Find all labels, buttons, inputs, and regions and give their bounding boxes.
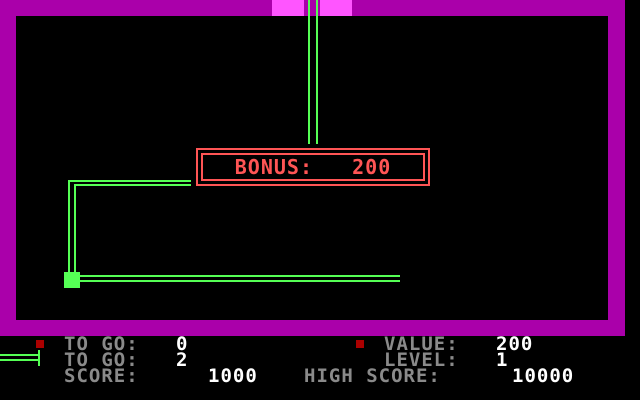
level-value: 1 bbox=[496, 349, 509, 371]
playfield-border-right bbox=[608, 0, 625, 336]
entry-gate-left bbox=[272, 0, 304, 16]
bonus-text: BONUS: 200 bbox=[198, 150, 428, 184]
bonus-label: BONUS: bbox=[234, 155, 313, 179]
player-trail bbox=[68, 180, 400, 282]
playfield-border-left bbox=[0, 0, 16, 336]
lives-icon bbox=[0, 350, 40, 366]
opponent-trail bbox=[308, 0, 318, 144]
player-marker bbox=[64, 272, 80, 288]
playfield-border-top bbox=[0, 0, 625, 16]
score-label: SCORE: bbox=[64, 365, 139, 387]
high-score-label: HIGH SCORE: bbox=[304, 365, 441, 387]
indicator-dot-left bbox=[36, 340, 44, 348]
to-go-value-2: 2 bbox=[176, 349, 189, 371]
entry-gate-right bbox=[320, 0, 352, 16]
score-value: 1000 bbox=[208, 365, 258, 387]
bonus-box: BONUS: 200 bbox=[196, 148, 430, 186]
bonus-value: 200 bbox=[352, 155, 392, 179]
high-score-value: 10000 bbox=[512, 365, 575, 387]
indicator-dot-right bbox=[356, 340, 364, 348]
